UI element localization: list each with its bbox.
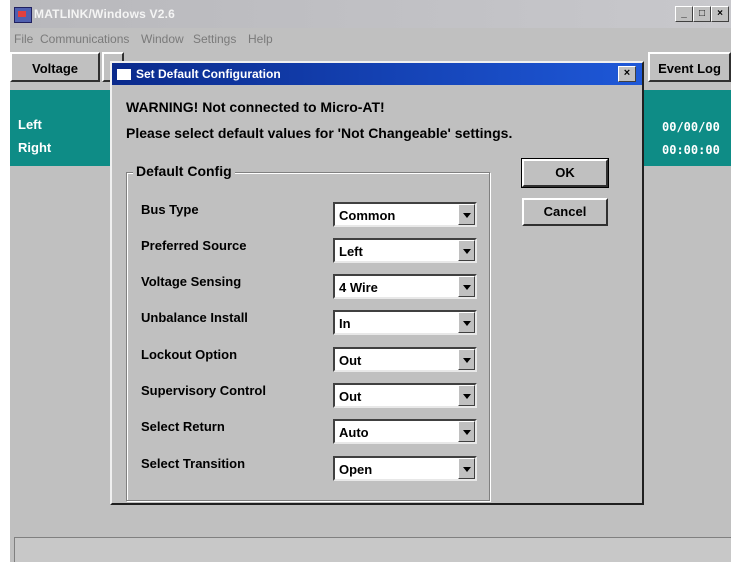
instruction-text: Please select default values for 'Not Ch… [126,125,513,141]
voltage-sensing-label: Voltage Sensing [141,274,242,289]
menu-communications[interactable]: Communications [40,32,129,46]
supervisory-control-select[interactable]: Out [333,383,477,408]
default-config-group: Default Config Bus Type Common Preferred… [126,163,490,501]
menu-bar: File Communications Window Settings Help [10,28,731,48]
chevron-down-icon[interactable] [458,312,475,333]
select-return-label: Select Return [141,419,225,434]
chevron-down-icon[interactable] [458,421,475,442]
warning-text: WARNING! Not connected to Micro-AT! [126,99,385,115]
preferred-source-select[interactable]: Left [333,238,477,263]
time-readout: 00:00:00 [662,143,720,157]
select-transition-value: Open [339,462,373,477]
preferred-source-value: Left [339,244,363,259]
unbalance-install-value: In [339,316,351,331]
menu-window[interactable]: Window [141,32,184,46]
maximize-button[interactable]: □ [693,6,711,22]
status-bar [14,537,731,562]
bus-type-select[interactable]: Common [333,202,477,227]
bus-type-value: Common [339,208,396,223]
voltage-sensing-select[interactable]: 4 Wire [333,274,477,299]
voltage-button[interactable]: Voltage [10,52,100,82]
select-return-value: Auto [339,425,369,440]
chevron-down-icon[interactable] [458,276,475,297]
lockout-option-label: Lockout Option [141,347,238,362]
event-log-button[interactable]: Event Log [648,52,731,82]
lockout-option-select[interactable]: Out [333,347,477,372]
bus-type-label: Bus Type [141,202,199,217]
menu-settings[interactable]: Settings [193,32,236,46]
supervisory-control-label: Supervisory Control [141,383,266,398]
dialog-window-icon [116,68,132,81]
dialog-title: Set Default Configuration [136,67,281,81]
chevron-down-icon[interactable] [458,458,475,479]
dialog-title-bar[interactable]: Set Default Configuration × [112,63,642,85]
group-label: Default Config [133,163,235,179]
left-label: Left [18,117,42,132]
minimize-button[interactable]: _ [675,6,693,22]
menu-help[interactable]: Help [248,32,273,46]
lockout-option-value: Out [339,353,362,368]
preferred-source-label: Preferred Source [141,238,247,253]
app-title: MATLINK/Windows V2.6 [34,7,176,21]
chevron-down-icon[interactable] [458,349,475,370]
close-window-button[interactable]: × [711,6,729,22]
voltage-sensing-value: 4 Wire [339,280,378,295]
menu-file[interactable]: File [14,32,33,46]
dialog-close-button[interactable]: × [618,66,636,82]
supervisory-control-value: Out [339,389,362,404]
chevron-down-icon[interactable] [458,385,475,406]
app-icon[interactable] [14,7,32,23]
select-transition-label: Select Transition [141,456,246,471]
select-return-select[interactable]: Auto [333,419,477,444]
cancel-button[interactable]: Cancel [522,198,608,226]
set-default-configuration-dialog: Set Default Configuration × WARNING! Not… [110,61,644,505]
chevron-down-icon[interactable] [458,204,475,225]
date-readout: 00/00/00 [662,120,720,134]
right-label: Right [18,140,52,155]
app-title-bar[interactable]: MATLINK/Windows V2.6 _ □ × [10,0,731,28]
chevron-down-icon[interactable] [458,240,475,261]
unbalance-install-select[interactable]: In [333,310,477,335]
ok-button[interactable]: OK [521,158,609,188]
unbalance-install-label: Unbalance Install [141,310,248,325]
select-transition-select[interactable]: Open [333,456,477,481]
